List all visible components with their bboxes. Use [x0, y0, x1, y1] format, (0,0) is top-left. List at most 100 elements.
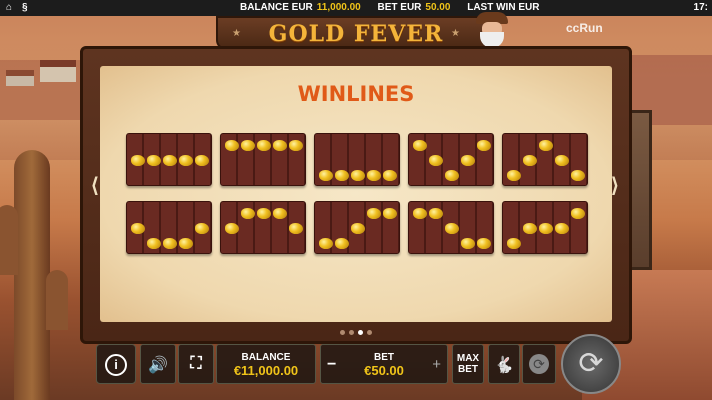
info-icon: i [105, 354, 127, 376]
gold-nugget-icon [195, 223, 209, 234]
gold-nugget-icon [383, 170, 397, 181]
winline-card [126, 133, 212, 186]
page-dot[interactable] [367, 330, 372, 335]
gold-nugget-icon [571, 170, 585, 181]
winline-card [126, 201, 212, 254]
background-house [6, 70, 34, 86]
gold-nugget-icon [319, 170, 333, 181]
gold-nugget-icon [413, 208, 427, 219]
gold-nugget-icon [461, 155, 475, 166]
section-icon[interactable]: § [22, 2, 28, 13]
gold-nugget-icon [507, 238, 521, 249]
winline-card [502, 133, 588, 186]
gold-nugget-icon [351, 223, 365, 234]
gold-nugget-icon [163, 155, 177, 166]
autoplay-icon: ⟳ [529, 354, 549, 374]
winline-card [314, 201, 400, 254]
gold-nugget-icon [523, 155, 537, 166]
page-title: WINLINES [297, 82, 415, 106]
gold-nugget-icon [335, 238, 349, 249]
gold-nugget-icon [383, 208, 397, 219]
max-bet-label: BET [458, 364, 478, 375]
star-icon: ★ [451, 28, 460, 39]
gold-nugget-icon [147, 155, 161, 166]
gold-nugget-icon [131, 155, 145, 166]
gold-nugget-icon [571, 208, 585, 219]
gold-nugget-icon [477, 238, 491, 249]
max-bet-button[interactable]: MAX BET [452, 344, 484, 384]
gold-nugget-icon [163, 238, 177, 249]
sound-button[interactable]: 🔊 [140, 344, 176, 384]
gold-nugget-icon [289, 223, 303, 234]
winline-card [408, 201, 494, 254]
gold-nugget-icon [273, 140, 287, 151]
gold-nugget-icon [445, 170, 459, 181]
background-house [40, 60, 76, 82]
clock: 17: [693, 2, 708, 13]
page-indicator [340, 330, 380, 336]
gold-nugget-icon [241, 208, 255, 219]
bet-value: €50.00 [364, 363, 404, 378]
status-bar: ⌂ § BALANCE EUR 11,000.00 BET EUR 50.00 LA… [0, 0, 712, 16]
gold-nugget-icon [367, 208, 381, 219]
winline-card [502, 201, 588, 254]
gold-nugget-icon [539, 140, 553, 151]
winline-card [220, 201, 306, 254]
info-button[interactable]: i [96, 344, 136, 384]
turbo-button[interactable]: 🐇 [488, 344, 520, 384]
page-dot[interactable] [340, 330, 345, 335]
balance-display: BALANCE €11,000.00 [216, 344, 316, 384]
gold-nugget-icon [429, 155, 443, 166]
home-icon[interactable]: ⌂ [6, 2, 12, 13]
cactus-arm [46, 270, 68, 330]
gold-nugget-icon [461, 238, 475, 249]
bet-label: BET [374, 352, 394, 363]
gold-nugget-icon [367, 170, 381, 181]
spin-icon: ⟳ [578, 347, 604, 380]
gold-nugget-icon [413, 140, 427, 151]
bet-value: 50.00 [425, 2, 451, 13]
gold-nugget-icon [523, 223, 537, 234]
gold-nugget-icon [273, 208, 287, 219]
cactus [14, 150, 50, 400]
bet-increase-button[interactable]: + [432, 356, 441, 373]
bet-decrease-button[interactable]: − [327, 356, 336, 374]
gold-nugget-icon [225, 140, 239, 151]
gold-nugget-icon [225, 223, 239, 234]
game-logo: ★ GOLD FEVER ★ [216, 16, 496, 50]
gold-nugget-icon [445, 223, 459, 234]
gold-nugget-icon [351, 170, 365, 181]
gold-nugget-icon [477, 140, 491, 151]
spin-button[interactable]: ⟳ [561, 334, 621, 394]
gold-nugget-icon [429, 208, 443, 219]
gold-nugget-icon [147, 238, 161, 249]
winlines-grid [126, 133, 588, 254]
bet-panel: − BET €50.00 + [320, 344, 448, 384]
next-page-icon[interactable]: ⟩ [611, 176, 619, 196]
speaker-icon: 🔊 [148, 357, 168, 374]
gold-nugget-icon [319, 238, 333, 249]
provider-logo: ccRun [566, 21, 603, 35]
gold-nugget-icon [257, 140, 271, 151]
balance-label: BALANCE EUR [240, 2, 313, 13]
page-dot[interactable] [358, 330, 363, 335]
previous-page-icon[interactable]: ⟨ [91, 176, 99, 196]
cactus-arm [0, 205, 18, 275]
gold-nugget-icon [335, 170, 349, 181]
fullscreen-button[interactable]: ⛶ [178, 344, 214, 384]
winline-card [408, 133, 494, 186]
autoplay-button[interactable]: ⟳ [522, 344, 556, 384]
winline-card [314, 133, 400, 186]
gold-nugget-icon [179, 155, 193, 166]
fullscreen-icon: ⛶ [190, 355, 202, 372]
miner-mascot [472, 12, 512, 48]
page-dot[interactable] [349, 330, 354, 335]
gold-nugget-icon [555, 223, 569, 234]
rabbit-icon: 🐇 [494, 357, 514, 374]
gold-nugget-icon [241, 140, 255, 151]
balance-value: 11,000.00 [316, 2, 361, 13]
winline-card [220, 133, 306, 186]
gold-nugget-icon [555, 155, 569, 166]
gold-nugget-icon [179, 238, 193, 249]
gold-nugget-icon [257, 208, 271, 219]
